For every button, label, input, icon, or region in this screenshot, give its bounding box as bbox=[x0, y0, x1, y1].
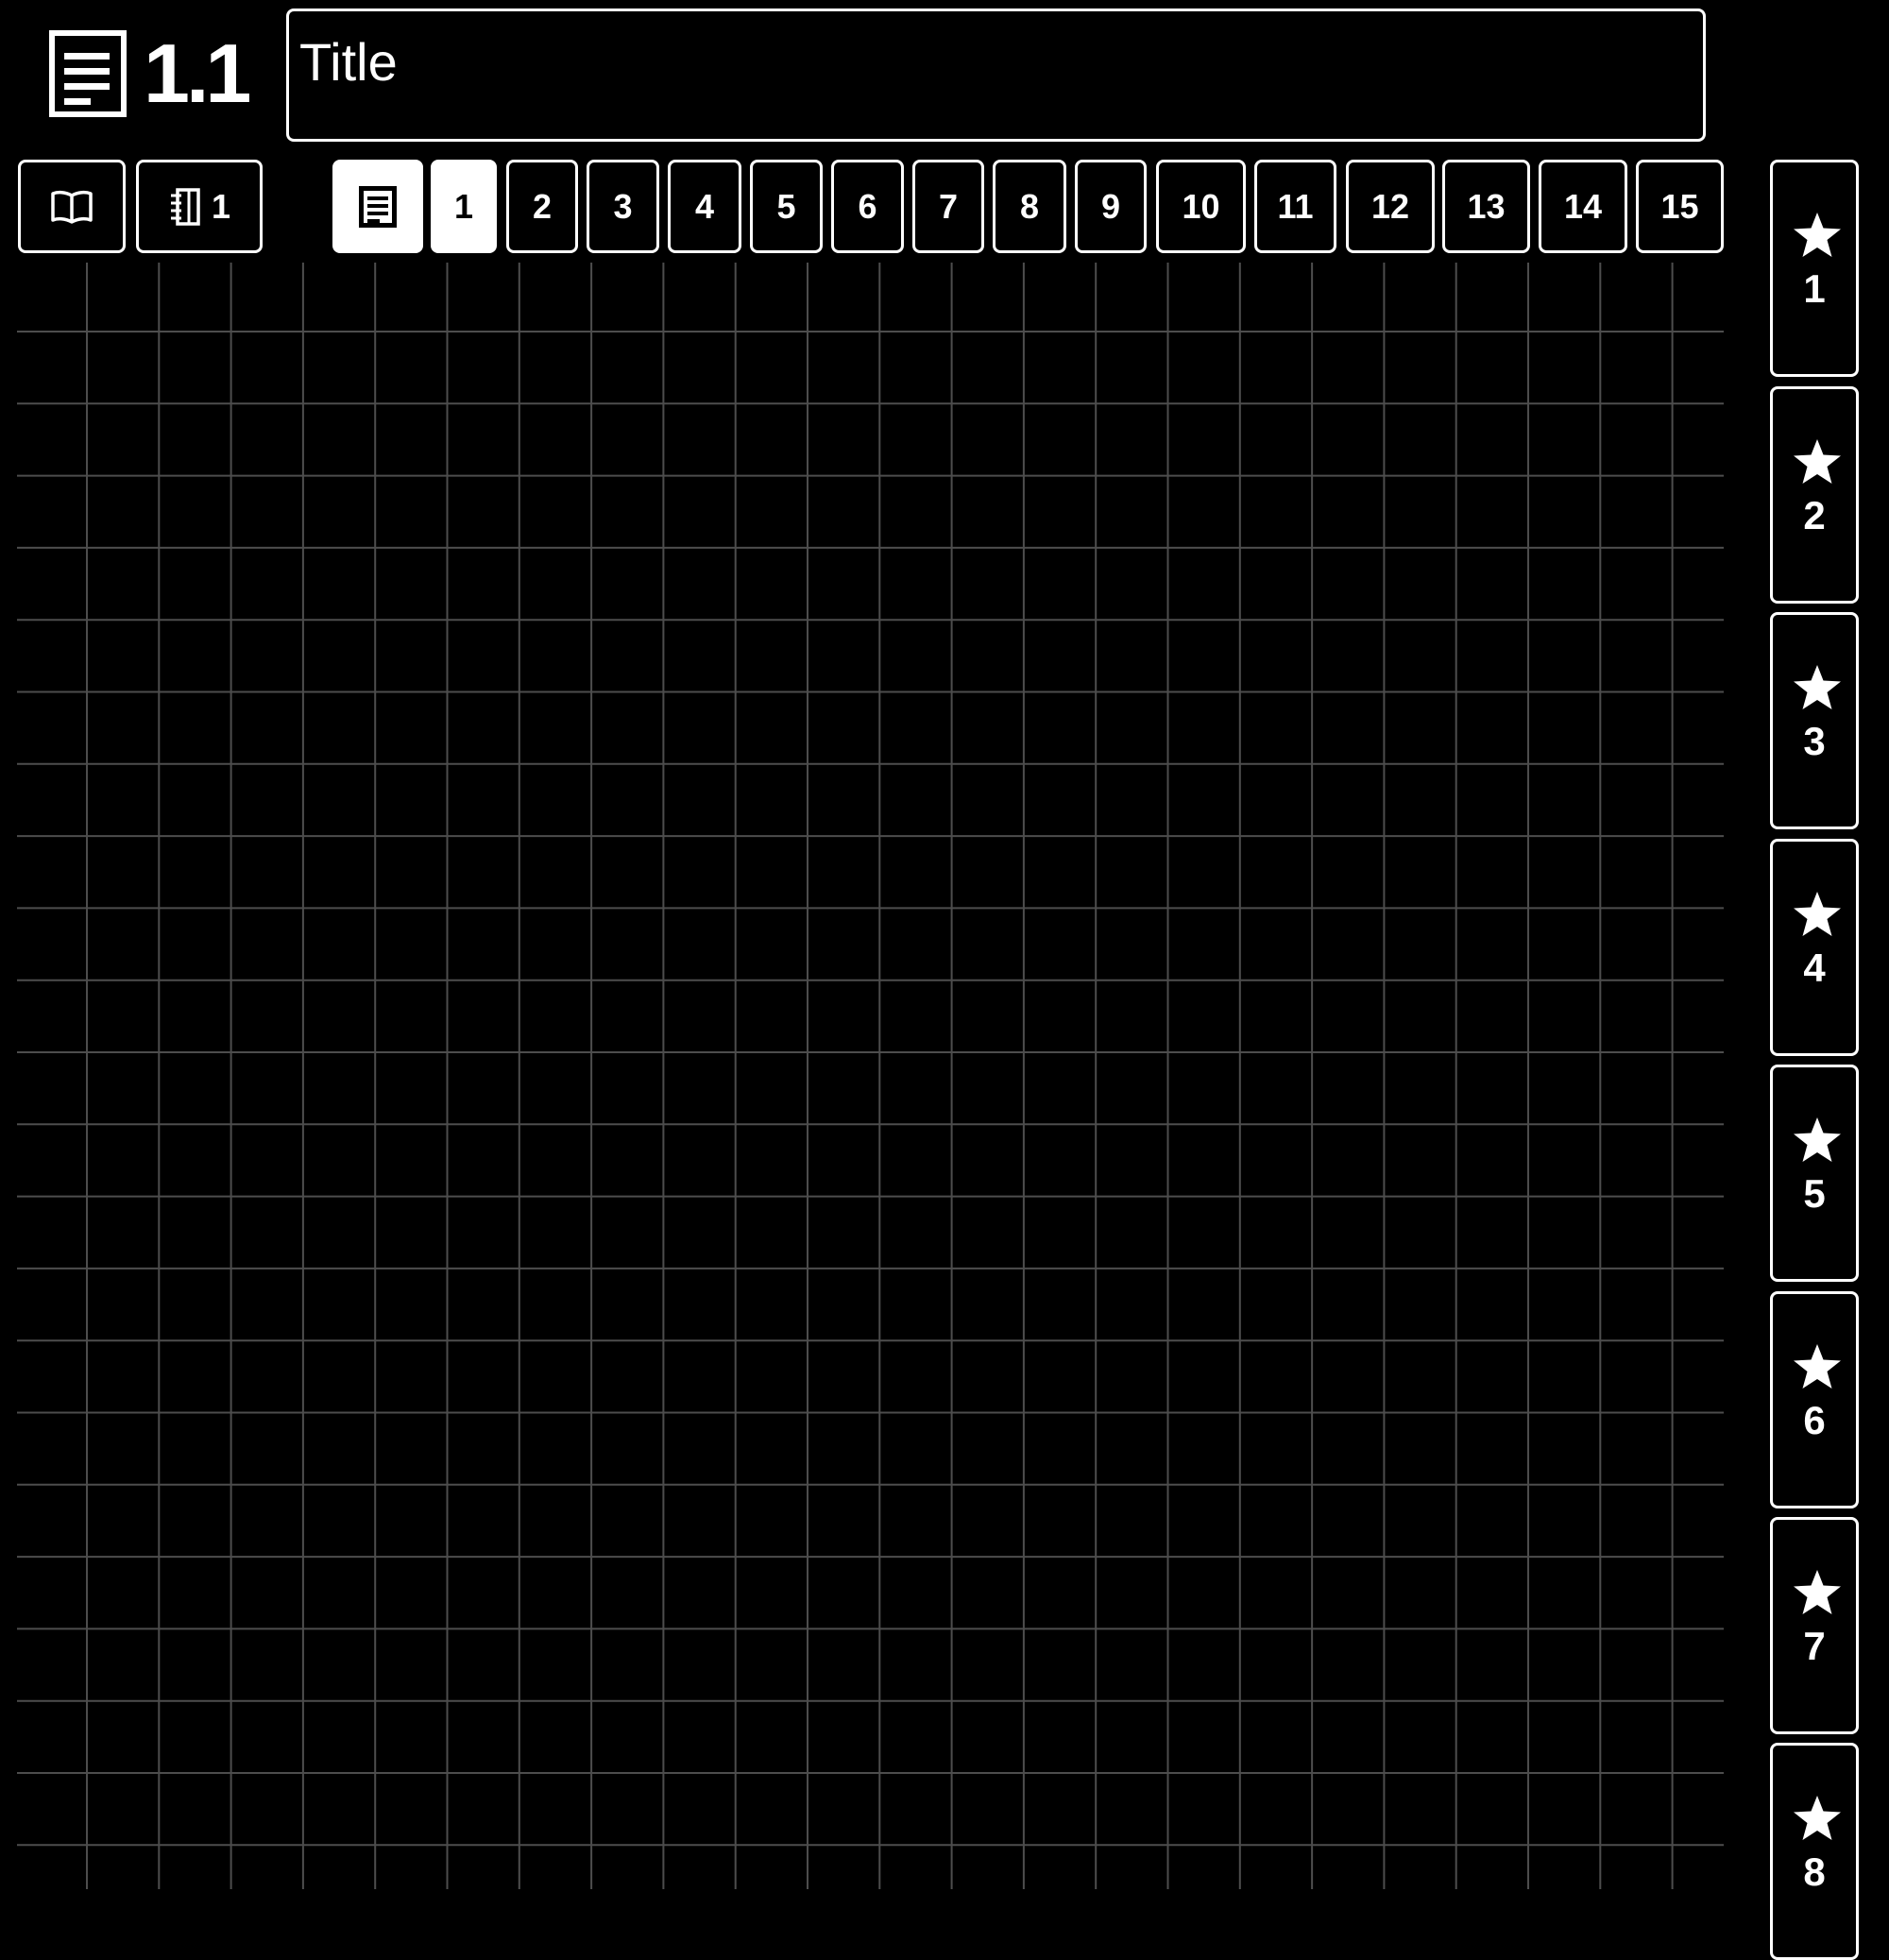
page-tab-13[interactable]: 13 bbox=[1442, 160, 1530, 253]
star-icon bbox=[1794, 439, 1841, 484]
bookmark-7[interactable]: 7 bbox=[1770, 1517, 1859, 1734]
page-list-icon bbox=[359, 185, 397, 228]
page-tab-label: 6 bbox=[858, 186, 877, 226]
page-tab-label: 7 bbox=[938, 186, 959, 226]
star-icon bbox=[1794, 213, 1841, 257]
bookmark-label: 5 bbox=[1803, 1171, 1826, 1216]
bookmark-5[interactable]: 5 bbox=[1770, 1065, 1859, 1282]
page-tab-5[interactable]: 5 bbox=[750, 160, 823, 253]
star-icon bbox=[1794, 1570, 1841, 1614]
page-tab-label: 13 bbox=[1467, 186, 1506, 226]
page-tab-label: 10 bbox=[1182, 186, 1220, 226]
page-tab-12[interactable]: 12 bbox=[1346, 160, 1435, 253]
bookmark-label: 2 bbox=[1803, 493, 1826, 537]
page-tab-9[interactable]: 9 bbox=[1075, 160, 1147, 253]
page-tab-2[interactable]: 2 bbox=[506, 160, 578, 253]
bookmark-8[interactable]: 8 bbox=[1770, 1743, 1859, 1960]
open-book-icon bbox=[51, 190, 93, 224]
bookmark-6[interactable]: 6 bbox=[1770, 1291, 1859, 1508]
page-tab-15[interactable]: 15 bbox=[1636, 160, 1724, 253]
notebook-icon bbox=[170, 187, 200, 226]
bookmark-2[interactable]: 2 bbox=[1770, 386, 1859, 604]
page-tab-label: 1 bbox=[453, 186, 474, 226]
page-tab-6[interactable]: 6 bbox=[831, 160, 904, 253]
notebook-button[interactable]: 1 bbox=[136, 160, 263, 253]
bookmark-3[interactable]: 3 bbox=[1770, 612, 1859, 829]
page-tab-11[interactable]: 11 bbox=[1254, 160, 1336, 253]
bookmark-label: 8 bbox=[1803, 1849, 1826, 1894]
page-tab-label: 8 bbox=[1019, 186, 1040, 226]
bookmark-label: 7 bbox=[1803, 1624, 1826, 1668]
bookmark-label: 4 bbox=[1803, 946, 1826, 990]
page-tab-label: 5 bbox=[776, 186, 796, 226]
open-book-button[interactable] bbox=[18, 160, 126, 253]
page-number: 1.1 bbox=[144, 26, 251, 120]
star-icon bbox=[1794, 892, 1841, 936]
page-tab-label: 3 bbox=[613, 186, 633, 226]
grid-canvas[interactable] bbox=[17, 263, 1724, 1889]
page-tab-label: 15 bbox=[1660, 186, 1699, 226]
notebook-count: 1 bbox=[211, 186, 231, 226]
page-tab-10[interactable]: 10 bbox=[1156, 160, 1246, 253]
document-icon bbox=[49, 30, 127, 117]
page-tab-label: 9 bbox=[1100, 186, 1121, 226]
star-icon bbox=[1794, 1344, 1841, 1389]
page-tab-label: 2 bbox=[532, 186, 553, 226]
page-list-button[interactable] bbox=[332, 160, 423, 253]
bookmark-label: 1 bbox=[1803, 266, 1826, 311]
page-tab-3[interactable]: 3 bbox=[587, 160, 659, 253]
bookmark-1[interactable]: 1 bbox=[1770, 160, 1859, 377]
bookmark-label: 6 bbox=[1803, 1398, 1826, 1442]
page-tab-4[interactable]: 4 bbox=[668, 160, 741, 253]
title-placeholder: Title bbox=[299, 32, 398, 92]
page-tab-label: 12 bbox=[1370, 186, 1410, 226]
page-tab-label: 4 bbox=[694, 186, 715, 226]
page-tab-7[interactable]: 7 bbox=[912, 160, 984, 253]
page-tab-14[interactable]: 14 bbox=[1539, 160, 1627, 253]
page-tab-1[interactable]: 1 bbox=[431, 160, 497, 253]
bookmark-4[interactable]: 4 bbox=[1770, 839, 1859, 1056]
star-icon bbox=[1794, 1796, 1841, 1840]
bookmark-label: 3 bbox=[1803, 719, 1826, 763]
page-tab-label: 14 bbox=[1563, 186, 1603, 226]
page-tab-8[interactable]: 8 bbox=[993, 160, 1066, 253]
page-tab-label: 11 bbox=[1277, 186, 1314, 226]
star-icon bbox=[1794, 1117, 1841, 1162]
title-input[interactable]: Title bbox=[286, 9, 1706, 142]
star-icon bbox=[1794, 665, 1841, 709]
